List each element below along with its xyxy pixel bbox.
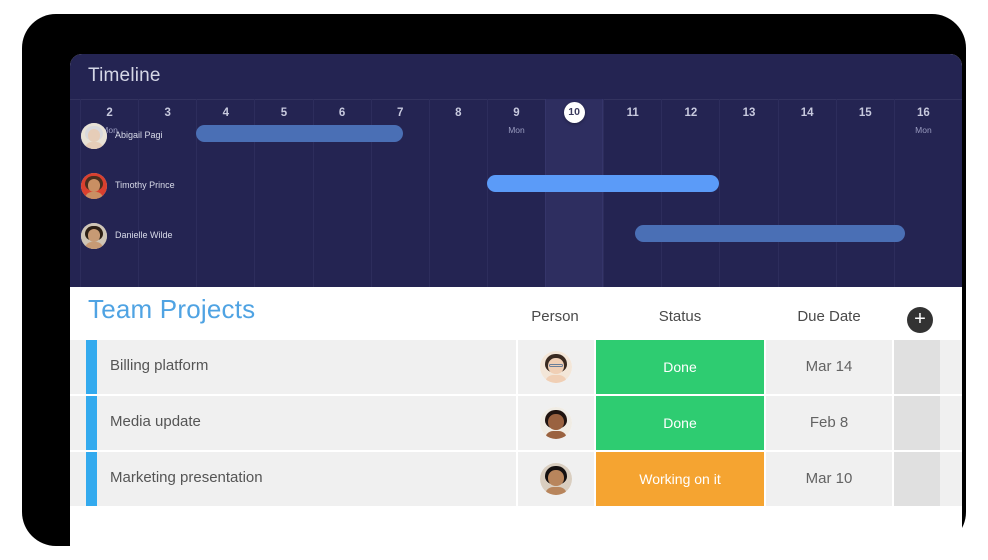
timeline-grid: 2 Mon 3 4 5 6 7 8 9 Mon 10 11 12 13 14 15 16 Mon Abigail P… xyxy=(70,99,962,287)
add-row-button[interactable]: + xyxy=(907,307,933,333)
timeline-panel: Timeline 2 Mon 3 4 5 6 7 8 9 Mon 10 11 12 13 14 15 16 Mon… xyxy=(70,54,962,287)
timeline-person-name: Timothy Prince xyxy=(115,180,175,190)
avatar-shoulders xyxy=(545,374,567,383)
due-date-cell[interactable]: Feb 8 xyxy=(766,396,892,450)
avatar-shoulders xyxy=(85,242,103,249)
avatar-portrait xyxy=(81,173,107,199)
avatar-portrait xyxy=(81,123,107,149)
table-row[interactable]: Media update Done Feb 8 xyxy=(70,396,962,452)
due-date-cell[interactable]: Mar 14 xyxy=(766,340,892,394)
task-name[interactable]: Billing platform xyxy=(110,357,208,374)
due-date-cell[interactable]: Mar 10 xyxy=(766,452,892,506)
avatar-face xyxy=(87,128,101,142)
timeline-title: Timeline xyxy=(88,65,161,86)
avatar-glasses xyxy=(548,363,564,367)
timeline-person-row: Abigail Pagi xyxy=(70,112,962,162)
avatar-portrait xyxy=(540,463,572,495)
projects-table-body: Billing platform Done Mar 14 Media update Do… xyxy=(70,340,962,508)
column-header-due-date: Due Date xyxy=(797,308,861,325)
avatar-face xyxy=(548,470,564,487)
timeline-header: Timeline xyxy=(70,54,962,100)
avatar[interactable] xyxy=(81,123,107,149)
team-projects-card: Team Projects Person Status Due Date + B… xyxy=(70,287,962,559)
avatar[interactable] xyxy=(81,223,107,249)
timeline-person-row: Danielle Wilde xyxy=(70,212,962,262)
avatar-portrait xyxy=(81,223,107,249)
gantt-bar[interactable] xyxy=(486,175,720,192)
gantt-bar[interactable] xyxy=(635,225,906,242)
row-scroll-strip[interactable] xyxy=(892,452,940,506)
avatar-portrait xyxy=(540,351,572,383)
status-badge[interactable]: Done xyxy=(594,396,766,450)
projects-header: Team Projects Person Status Due Date + xyxy=(70,287,962,340)
avatar-shoulders xyxy=(85,142,103,149)
row-scroll-strip[interactable] xyxy=(892,396,940,450)
device-frame: Timeline 2 Mon 3 4 5 6 7 8 9 Mon 10 11 12 13 14 15 16 Mon… xyxy=(22,14,966,559)
cell-person[interactable] xyxy=(516,340,594,394)
timeline-person-name: Abigail Pagi xyxy=(115,130,163,140)
task-name[interactable]: Marketing presentation xyxy=(110,469,263,486)
column-header-person: Person xyxy=(531,308,579,325)
avatar[interactable] xyxy=(540,351,572,383)
column-header-status: Status xyxy=(658,308,702,325)
table-row[interactable]: Billing platform Done Mar 14 xyxy=(70,340,962,396)
row-accent-bar xyxy=(86,452,97,506)
avatar-face xyxy=(87,178,101,192)
avatar-face xyxy=(548,414,564,431)
avatar-face xyxy=(87,228,101,242)
row-scroll-strip[interactable] xyxy=(892,340,940,394)
status-badge[interactable]: Done xyxy=(594,340,766,394)
gantt-bar[interactable] xyxy=(196,125,403,142)
cell-person[interactable] xyxy=(516,452,594,506)
timeline-person-name: Danielle Wilde xyxy=(115,230,173,240)
avatar-shoulders xyxy=(85,192,103,199)
page-title: Team Projects xyxy=(88,294,256,324)
avatar[interactable] xyxy=(81,173,107,199)
avatar[interactable] xyxy=(540,407,572,439)
table-row[interactable]: Marketing presentation Working on it Mar 1… xyxy=(70,452,962,508)
avatar-shoulders xyxy=(545,486,567,495)
task-name[interactable]: Media update xyxy=(110,413,201,430)
avatar-portrait xyxy=(540,407,572,439)
status-badge[interactable]: Working on it xyxy=(594,452,766,506)
cell-person[interactable] xyxy=(516,396,594,450)
device-screen: Timeline 2 Mon 3 4 5 6 7 8 9 Mon 10 11 12 13 14 15 16 Mon… xyxy=(70,54,962,559)
timeline-person-row: Timothy Prince xyxy=(70,162,962,212)
row-accent-bar xyxy=(86,340,97,394)
avatar[interactable] xyxy=(540,463,572,495)
row-accent-bar xyxy=(86,396,97,450)
avatar-shoulders xyxy=(545,430,567,439)
